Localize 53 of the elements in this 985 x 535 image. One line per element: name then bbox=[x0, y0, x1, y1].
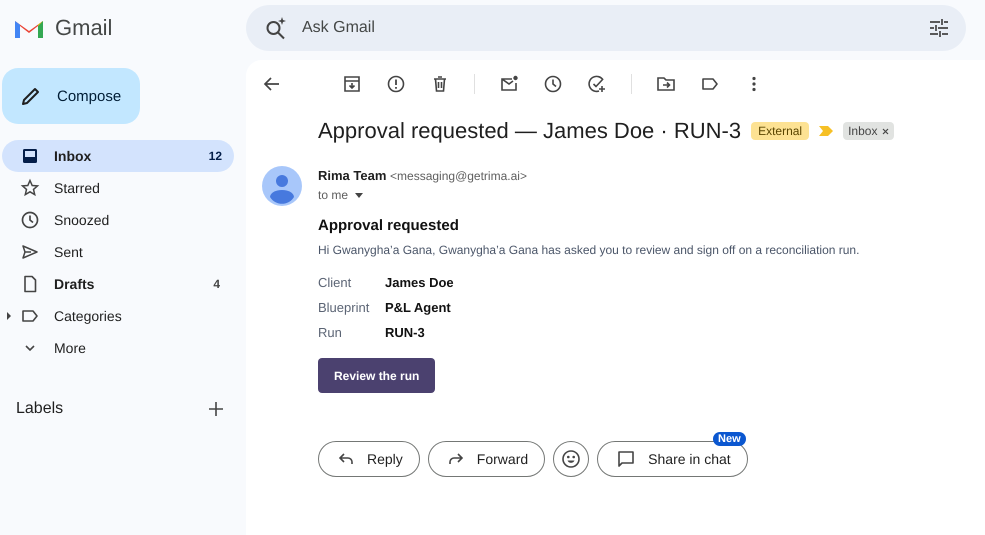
add-icon[interactable] bbox=[208, 401, 224, 417]
email-intro: Hi Gwanygha’a Gana, Gwanygha’a Gana has asked you to review and sign off on a reconciliation run. bbox=[318, 243, 860, 257]
sidebar-item[interactable]: Categories bbox=[0, 300, 232, 332]
sidebar-item[interactable]: Sent bbox=[0, 236, 232, 268]
forward-button[interactable]: Forward bbox=[428, 441, 546, 477]
recipient-text: to me bbox=[318, 188, 348, 202]
inbox-icon bbox=[20, 146, 40, 166]
emoji-reaction-button[interactable] bbox=[553, 441, 590, 477]
mark-unread-icon[interactable] bbox=[499, 74, 519, 94]
compose-button[interactable]: Compose bbox=[2, 68, 140, 124]
clock-icon[interactable] bbox=[543, 74, 563, 94]
avatar-icon bbox=[262, 166, 302, 206]
report-spam-icon[interactable] bbox=[386, 74, 406, 94]
filter-sliders-icon[interactable] bbox=[928, 17, 950, 39]
reply-button[interactable]: Reply bbox=[318, 441, 420, 477]
email-subject: Approval requested — James Doe · RUN-3 bbox=[318, 118, 742, 144]
new-badge: New bbox=[713, 432, 746, 446]
sender-name: Rima Team bbox=[318, 168, 386, 183]
field-label: Blueprint bbox=[318, 300, 370, 315]
review-button[interactable]: Review the run bbox=[318, 358, 436, 393]
field-label: Run bbox=[318, 325, 343, 340]
star-icon bbox=[20, 178, 40, 198]
sender-email: <messaging@getrima.ai> bbox=[390, 169, 527, 183]
app-name: Gmail bbox=[55, 15, 112, 41]
remove-label-icon[interactable] bbox=[882, 128, 890, 134]
caret-down-icon[interactable] bbox=[355, 192, 364, 198]
field-value: RUN-3 bbox=[385, 325, 426, 340]
field-label: Client bbox=[318, 275, 352, 290]
sidebar-item[interactable]: Starred bbox=[0, 172, 232, 204]
caret-right-icon[interactable] bbox=[6, 312, 12, 320]
sidebar-item[interactable]: Inbox 12 bbox=[2, 140, 234, 172]
search-sparkle-icon bbox=[264, 16, 288, 40]
external-tag: External bbox=[751, 122, 810, 140]
field-value: James Doe bbox=[385, 275, 454, 290]
field-value: P&L Agent bbox=[385, 300, 452, 315]
unread-count: 12 bbox=[208, 149, 222, 163]
unread-count: 4 bbox=[213, 277, 220, 291]
move-to-folder-icon[interactable] bbox=[656, 74, 676, 94]
chat-bubble-icon bbox=[616, 449, 636, 469]
importance-marker-icon[interactable] bbox=[819, 126, 834, 136]
chat-button[interactable]: Share in chat bbox=[597, 441, 748, 477]
folder-label-tag: Inbox bbox=[843, 122, 894, 140]
add-task-icon[interactable] bbox=[587, 74, 607, 94]
search-field[interactable]: Ask Gmail bbox=[246, 5, 966, 51]
sidebar-item[interactable]: Drafts 4 bbox=[0, 268, 232, 300]
search-input[interactable]: Ask Gmail bbox=[300, 18, 916, 38]
sidebar-item[interactable]: More bbox=[0, 332, 232, 364]
labels-heading: Labels bbox=[16, 400, 64, 418]
clock-icon bbox=[20, 210, 40, 230]
sidebar-item[interactable]: Snoozed bbox=[0, 204, 232, 236]
email-heading: Approval requested bbox=[318, 217, 460, 234]
archive-icon[interactable] bbox=[342, 74, 362, 94]
smiley-icon bbox=[561, 449, 582, 469]
